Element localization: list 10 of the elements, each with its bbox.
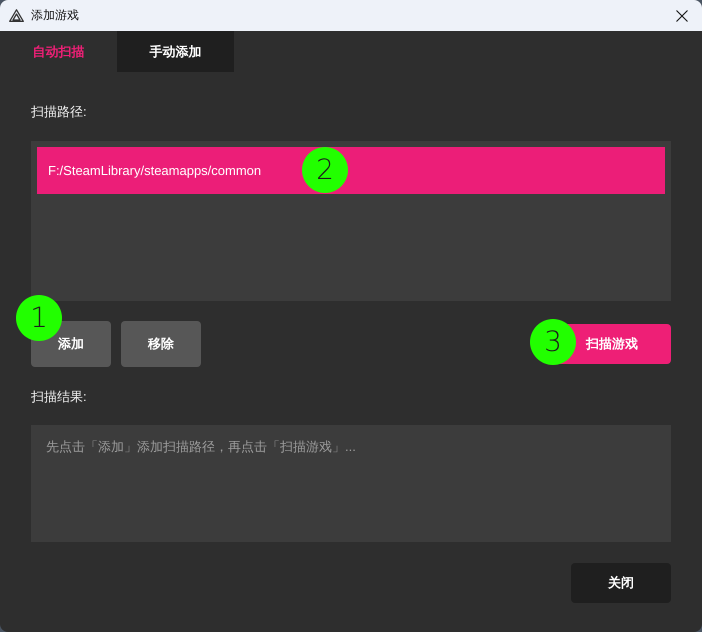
tab[interactable]: 手动添加 xyxy=(117,31,234,72)
section-label: 扫描路径: xyxy=(31,103,87,121)
window-title: 添加游戏 xyxy=(31,7,79,24)
step-number-overlay: 3 xyxy=(530,319,576,365)
app-logo-icon xyxy=(9,9,24,22)
section-label: 扫描结果: xyxy=(31,388,87,406)
secondary-button[interactable]: 移除 xyxy=(121,321,201,367)
close-dialog-button[interactable]: 关闭 xyxy=(571,563,671,603)
results-field[interactable]: 先点击「添加」添加扫描路径，再点击「扫描游戏」... xyxy=(31,425,671,542)
close-icon xyxy=(676,10,688,22)
